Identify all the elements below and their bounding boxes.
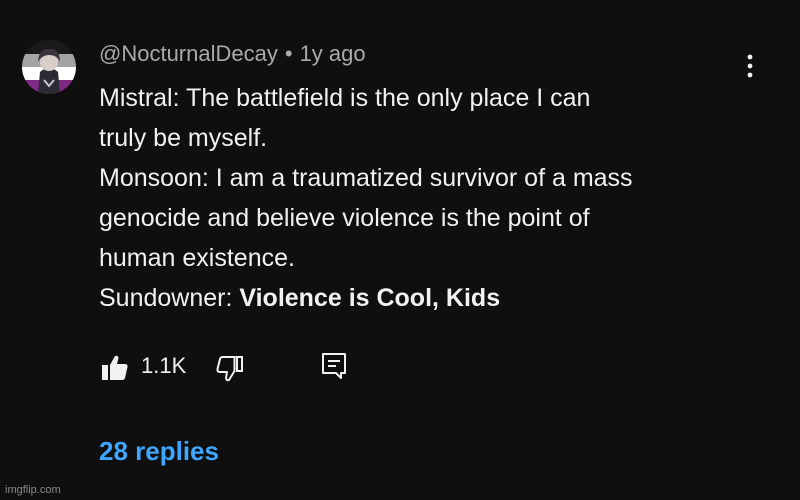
comment-line: genocide and believe violence is the poi…: [99, 204, 590, 232]
reply-button[interactable]: [320, 352, 348, 380]
watermark: imgflip.com: [5, 484, 61, 496]
avatar[interactable]: [22, 40, 76, 94]
comment-line: Monsoon: I am a traumatized survivor of …: [99, 164, 633, 192]
thumbs-down-icon: [216, 356, 243, 382]
comment-line-prefix: Sundowner:: [99, 284, 240, 312]
comment-bold-text: Violence is Cool, Kids: [239, 284, 501, 312]
thumbs-up-icon: [102, 355, 128, 380]
comment-line: truly be myself.: [99, 124, 268, 152]
comment-line: human existence.: [99, 244, 295, 272]
reply-icon: [322, 353, 346, 379]
comment-line-last: Sundowner: Violence is Cool, Kids: [99, 278, 779, 318]
like-count: 1.1K: [141, 353, 187, 378]
comment-header: @NocturnalDecay • 1y ago: [99, 41, 366, 67]
dislike-button[interactable]: [215, 354, 245, 382]
like-button[interactable]: [100, 354, 130, 382]
comment-text: Mistral: The battlefield is the only pla…: [99, 78, 779, 318]
more-vertical-icon: [747, 54, 753, 78]
comment-line: Mistral: The battlefield is the only pla…: [99, 84, 591, 112]
author-name[interactable]: @NocturnalDecay: [99, 41, 278, 66]
header-separator: •: [284, 41, 293, 66]
avatar-image: [22, 40, 76, 94]
view-replies-button[interactable]: 28 replies: [99, 436, 219, 467]
more-options-button[interactable]: [738, 52, 762, 80]
comment-timestamp[interactable]: 1y ago: [300, 41, 366, 66]
